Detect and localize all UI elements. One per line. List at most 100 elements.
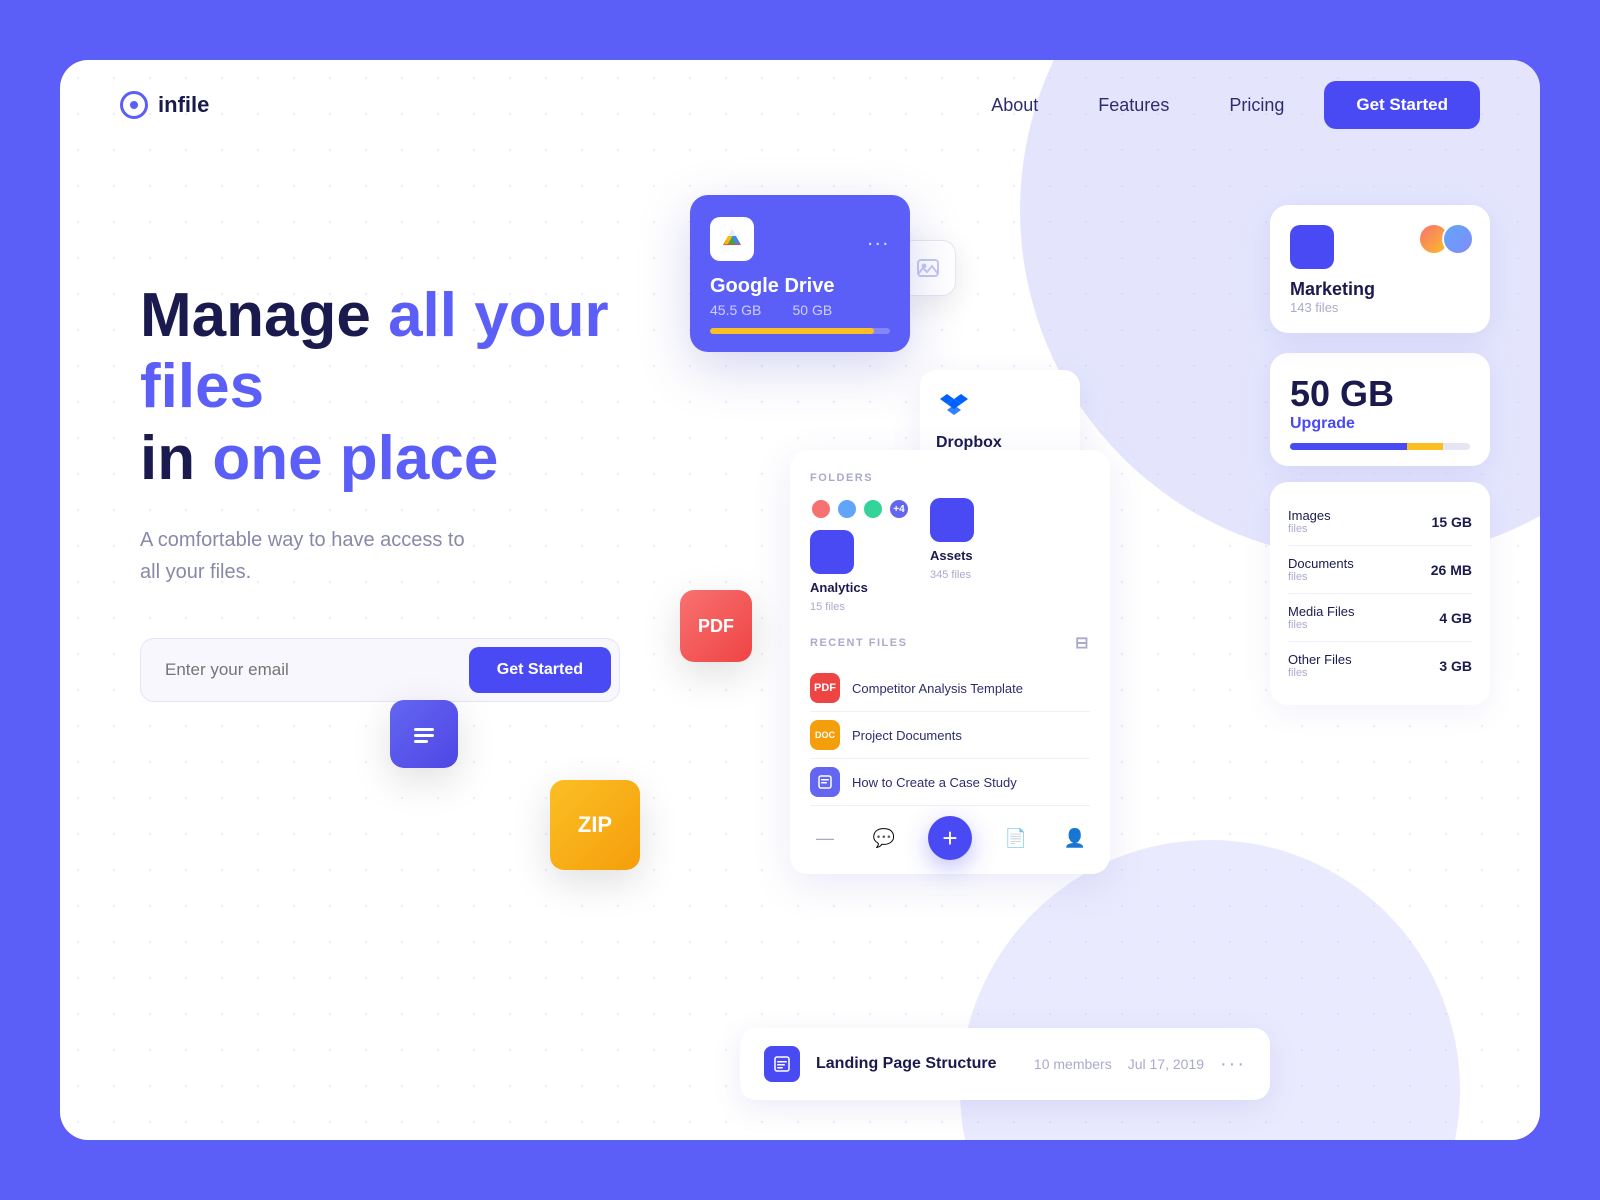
logo[interactable]: infile [120, 91, 209, 119]
folder-assets[interactable]: Assets 345 files [930, 498, 974, 613]
marketing-folder-count: 143 files [1290, 300, 1470, 315]
folders-label: FOLDERS [810, 472, 1090, 484]
bb-more-button[interactable]: ··· [1220, 1053, 1246, 1076]
bb-file-icon [764, 1046, 800, 1082]
recent-file-icon-3 [810, 767, 840, 797]
fs-size-2: 4 GB [1439, 610, 1472, 626]
folder-avatars-analytics: +4 [810, 498, 910, 520]
dropbox-svg [936, 386, 972, 422]
fs-row-0[interactable]: Images files 15 GB [1288, 498, 1472, 546]
upgrade-link[interactable]: Upgrade [1290, 415, 1470, 433]
toolbar-chat[interactable]: 💬 [869, 823, 899, 853]
hero-title: Manage all your files in one place [140, 280, 740, 494]
nav-links: About Features Pricing [991, 95, 1284, 116]
zip-icon: ZIP [550, 780, 640, 870]
right-panel: Marketing 143 files 50 GB Upgrade Images… [1270, 205, 1490, 705]
nav-cta-button[interactable]: Get Started [1324, 81, 1480, 129]
fs-info-0: Images files [1288, 508, 1331, 535]
avatar-3 [862, 498, 884, 520]
fs-info-3: Other Files files [1288, 652, 1352, 679]
logo-text: infile [158, 92, 209, 118]
avatar-count: +4 [888, 498, 910, 520]
toolbar-minus[interactable]: — [810, 823, 840, 853]
fs-size-1: 26 MB [1431, 562, 1472, 578]
bb-filename: Landing Page Structure [816, 1055, 1018, 1073]
recent-file-icon-1: PDF [810, 673, 840, 703]
gdrive-card: ... Google Drive 45.5 GB 50 GB [690, 195, 910, 352]
fp-toolbar: — 💬 + 📄 👤 [810, 806, 1090, 860]
marketing-avatar-2 [1442, 223, 1474, 255]
avatar-2 [836, 498, 858, 520]
marketing-folder-name: Marketing [1290, 279, 1470, 300]
fs-name-1: Documents [1288, 556, 1354, 571]
folder-name-assets: Assets [930, 548, 974, 563]
case-study-icon [817, 774, 833, 790]
fs-size-0: 15 GB [1432, 514, 1472, 530]
gdrive-header: ... [710, 217, 890, 261]
fs-row-3[interactable]: Other Files files 3 GB [1288, 642, 1472, 689]
gdrive-bar-fill [710, 328, 874, 334]
gdrive-storage: 45.5 GB 50 GB [710, 302, 890, 318]
fs-row-2[interactable]: Media Files files 4 GB [1288, 594, 1472, 642]
hero-section: Manage all your files in one place A com… [140, 280, 740, 702]
file-panel: FOLDERS +4 Analytics 15 files Assets 345… [790, 450, 1110, 874]
folders-row: +4 Analytics 15 files Assets 345 files [810, 498, 1090, 613]
folder-count-analytics: 15 files [810, 601, 910, 613]
folder-name-analytics: Analytics [810, 580, 910, 595]
logo-icon [120, 91, 148, 119]
fs-row-1[interactable]: Documents files 26 MB [1288, 546, 1472, 594]
avatar-1 [810, 498, 832, 520]
fs-size-3: 3 GB [1439, 658, 1472, 674]
storage-bar-blue [1290, 443, 1407, 450]
gdrive-icon [710, 217, 754, 261]
toolbar-file[interactable]: 📄 [1001, 823, 1031, 853]
fs-info-2: Media Files files [1288, 604, 1354, 631]
hero-subtitle: A comfortable way to have access to all … [140, 524, 740, 588]
toolbar-user[interactable]: 👤 [1060, 823, 1090, 853]
pdf-icon: PDF [680, 590, 752, 662]
recent-file-icon-2: DOC [810, 720, 840, 750]
file-size-list: Images files 15 GB Documents files 26 MB… [1270, 482, 1490, 705]
folder-analytics[interactable]: +4 Analytics 15 files [810, 498, 910, 613]
nav-pricing[interactable]: Pricing [1229, 95, 1284, 116]
gdrive-progress-bar [710, 328, 890, 334]
add-button[interactable]: + [928, 816, 972, 860]
dropbox-icon [936, 386, 976, 426]
nav-about[interactable]: About [991, 95, 1038, 116]
fs-name-0: Images [1288, 508, 1331, 523]
recent-file-name-2: Project Documents [852, 728, 962, 743]
doc-icon [390, 700, 458, 768]
recent-file-name-1: Competitor Analysis Template [852, 681, 1023, 696]
filter-icon[interactable]: ⊟ [1075, 633, 1090, 653]
gdrive-dots[interactable]: ... [867, 228, 890, 251]
bb-members: 10 members [1034, 1056, 1112, 1072]
fs-sub-1: files [1288, 571, 1354, 583]
recent-file-1[interactable]: PDF Competitor Analysis Template [810, 665, 1090, 712]
recent-file-2[interactable]: DOC Project Documents [810, 712, 1090, 759]
storage-size: 50 GB [1290, 373, 1470, 415]
storage-card: 50 GB Upgrade [1270, 353, 1490, 466]
email-input[interactable] [165, 660, 469, 680]
doc-lines-svg [408, 718, 440, 750]
gdrive-svg [718, 225, 746, 253]
fs-sub-0: files [1288, 523, 1331, 535]
email-form: Get Started [140, 638, 620, 702]
main-container: infile About Features Pricing Get Starte… [60, 60, 1540, 1140]
folder-count-assets: 345 files [930, 569, 974, 581]
gdrive-name: Google Drive [710, 275, 890, 298]
recent-file-3[interactable]: How to Create a Case Study [810, 759, 1090, 806]
fs-name-3: Other Files [1288, 652, 1352, 667]
folder-icon-analytics [810, 530, 854, 574]
fs-sub-3: files [1288, 667, 1352, 679]
folder-icon-assets [930, 498, 974, 542]
marketing-folder-icon [1290, 225, 1334, 269]
recent-label: RECENT FILES ⊟ [810, 633, 1090, 653]
bottom-bar: Landing Page Structure 10 members Jul 17… [740, 1028, 1270, 1100]
marketing-card: Marketing 143 files [1270, 205, 1490, 333]
fs-name-2: Media Files [1288, 604, 1354, 619]
bb-date: Jul 17, 2019 [1128, 1056, 1204, 1072]
hero-cta-button[interactable]: Get Started [469, 647, 611, 693]
nav-features[interactable]: Features [1098, 95, 1169, 116]
storage-progress-bar [1290, 443, 1470, 450]
navbar: infile About Features Pricing Get Starte… [60, 60, 1540, 150]
